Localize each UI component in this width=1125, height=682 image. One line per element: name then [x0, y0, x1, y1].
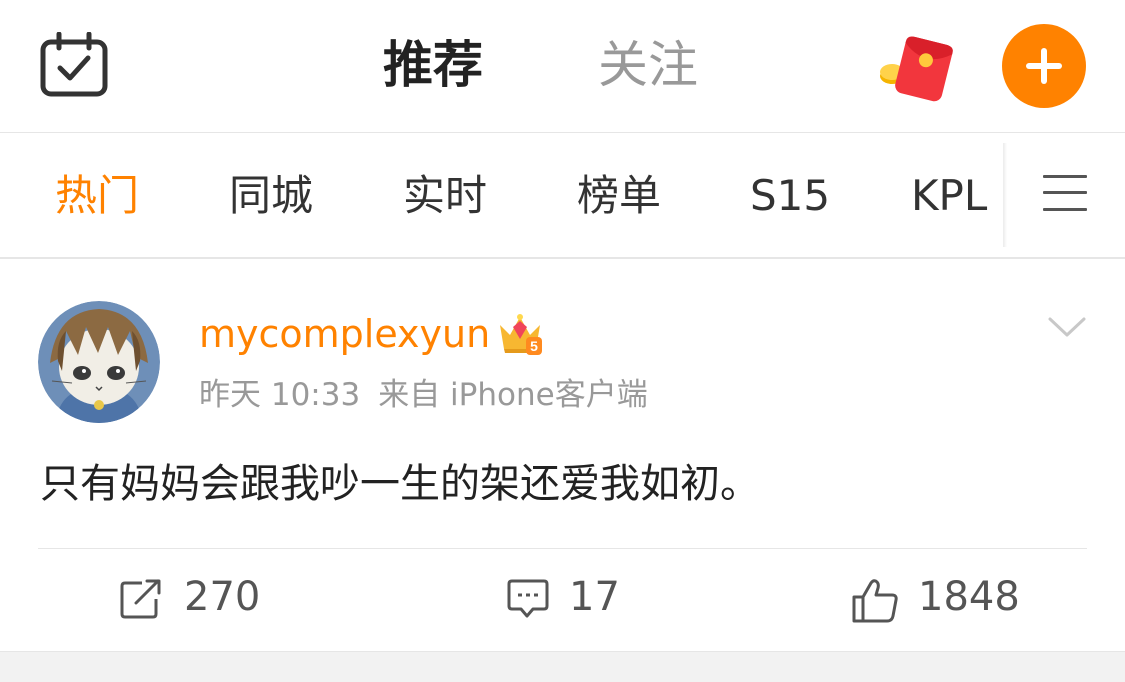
thumbs-up-icon — [852, 579, 898, 623]
post-meta: 昨天 10:33 来自 iPhone客户端 — [199, 373, 648, 417]
channel-s15[interactable]: S15 — [750, 171, 830, 221]
vip-crown-icon: 5 — [500, 314, 542, 355]
feed-post: mycomplexyun 5 昨天 10:33 来自 iPhone客户端 只有妈妈… — [0, 259, 1125, 651]
comment-count: 17 — [569, 574, 620, 620]
top-navigation-bar: 推荐 关注 — [0, 0, 1125, 132]
calendar-check-icon[interactable] — [40, 32, 108, 98]
chevron-down-icon[interactable] — [1047, 315, 1087, 339]
feed-separator — [0, 651, 1125, 682]
post-timestamp: 昨天 10:33 — [199, 377, 361, 413]
vip-level-text: 5 — [530, 338, 538, 354]
menu-icon[interactable] — [1043, 175, 1087, 211]
repost-button[interactable]: 270 — [120, 567, 280, 627]
comment-button[interactable]: 17 — [507, 567, 637, 627]
red-packet-icon[interactable] — [876, 34, 956, 102]
channel-scroll-shadow — [1003, 143, 1007, 247]
channel-kpl[interactable]: KPL — [911, 171, 987, 221]
repost-count: 270 — [184, 574, 261, 620]
channel-local[interactable]: 同城 — [229, 171, 313, 221]
compose-button[interactable] — [1002, 24, 1086, 108]
tab-recommend[interactable]: 推荐 — [383, 30, 483, 100]
channel-hot[interactable]: 热门 — [55, 171, 139, 221]
tab-following[interactable]: 关注 — [598, 30, 698, 100]
post-source: 来自 iPhone客户端 — [378, 377, 648, 413]
post-actions-divider — [38, 548, 1087, 549]
like-button[interactable]: 1848 — [852, 567, 1032, 627]
avatar[interactable] — [38, 301, 160, 423]
like-count: 1848 — [918, 574, 1020, 620]
comment-icon — [507, 579, 549, 618]
channel-ranking[interactable]: 榜单 — [577, 171, 661, 221]
post-content: 只有妈妈会跟我吵一生的架还爱我如初。 — [40, 461, 760, 507]
repost-icon — [120, 579, 161, 619]
channel-realtime[interactable]: 实时 — [403, 171, 487, 221]
post-username[interactable]: mycomplexyun — [199, 309, 490, 359]
channel-bar: 热门 同城 实时 榜单 S15 KPL — [0, 133, 1125, 257]
